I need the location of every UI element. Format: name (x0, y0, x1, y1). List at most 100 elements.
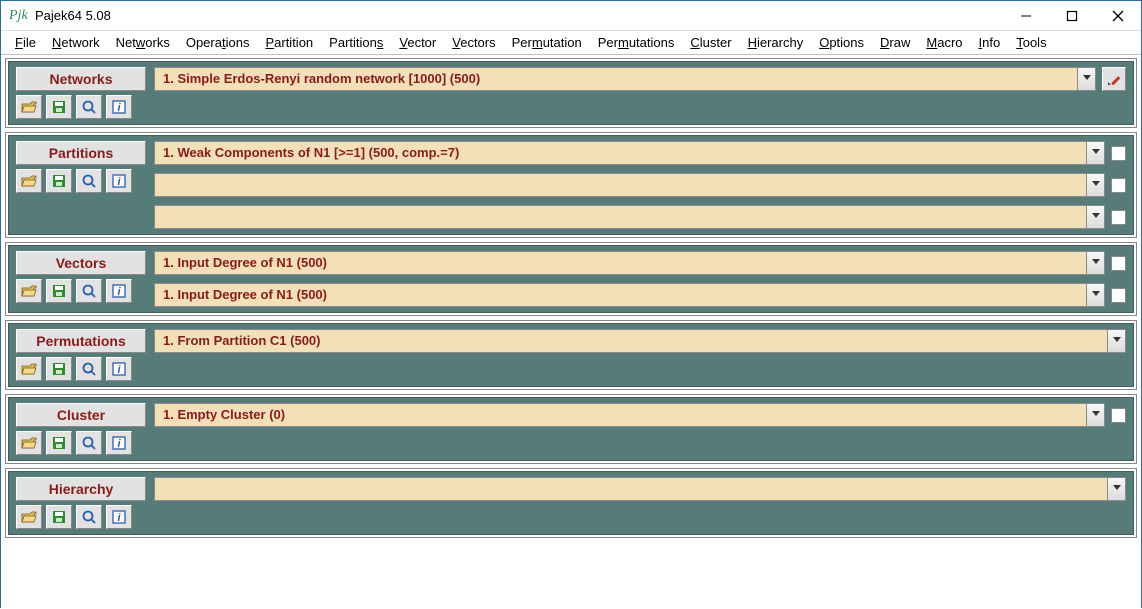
permutations-info-button-icon (111, 361, 127, 377)
close-button[interactable] (1095, 1, 1141, 30)
permutations-open-button[interactable] (16, 357, 42, 381)
partitions-combo-2-dropdown[interactable] (1086, 206, 1104, 228)
menu-file[interactable]: File (7, 32, 44, 53)
permutations-info-button[interactable] (106, 357, 132, 381)
hierarchy-info-button[interactable] (106, 505, 132, 529)
cluster-view-button[interactable] (76, 431, 102, 455)
cluster-row-0: 1. Empty Cluster (0) (154, 403, 1126, 427)
menu-partition[interactable]: Partition (257, 32, 321, 53)
partitions-title[interactable]: Partitions (16, 141, 146, 165)
networks-edit-button[interactable] (1102, 67, 1126, 91)
permutations-view-button[interactable] (76, 357, 102, 381)
permutations-save-button[interactable] (46, 357, 72, 381)
partitions-combo-2-text (155, 206, 1086, 228)
menu-info[interactable]: Info (971, 32, 1009, 53)
chevron-down-icon (1083, 75, 1091, 83)
workarea: Networks 1. Simple Erdos-Renyi random ne… (1, 55, 1141, 609)
permutations-leftcol: Permutations (16, 329, 146, 381)
partitions-combo-2[interactable] (154, 205, 1105, 229)
cluster-save-button[interactable] (46, 431, 72, 455)
networks-title[interactable]: Networks (16, 67, 146, 91)
vectors-title[interactable]: Vectors (16, 251, 146, 275)
vectors-combo-1-text: 1. Input Degree of N1 (500) (155, 284, 1086, 306)
hierarchy-combo-0[interactable] (154, 477, 1126, 501)
partitions-row0-checkbox[interactable] (1111, 146, 1126, 161)
menu-draw[interactable]: Draw (872, 32, 918, 53)
maximize-button[interactable] (1049, 1, 1095, 30)
vectors-row0-checkbox[interactable] (1111, 256, 1126, 271)
vectors-save-button[interactable] (46, 279, 72, 303)
permutations-open-button-icon (21, 361, 37, 377)
cluster-combo-0[interactable]: 1. Empty Cluster (0) (154, 403, 1105, 427)
partitions-view-button[interactable] (76, 169, 102, 193)
chevron-down-icon (1092, 149, 1100, 157)
vectors-row-1: 1. Input Degree of N1 (500) (154, 283, 1126, 307)
networks-save-button[interactable] (46, 95, 72, 119)
vectors-row1-checkbox[interactable] (1111, 288, 1126, 303)
vectors-combo-1[interactable]: 1. Input Degree of N1 (500) (154, 283, 1105, 307)
cluster-info-button[interactable] (106, 431, 132, 455)
hierarchy-save-button-icon (51, 509, 67, 525)
partitions-combo-0-dropdown[interactable] (1086, 142, 1104, 164)
vectors-open-button[interactable] (16, 279, 42, 303)
vectors-combo-0[interactable]: 1. Input Degree of N1 (500) (154, 251, 1105, 275)
menu-network[interactable]: Network (44, 32, 108, 53)
vectors-view-button[interactable] (76, 279, 102, 303)
partitions-combo-0[interactable]: 1. Weak Components of N1 [>=1] (500, com… (154, 141, 1105, 165)
cluster-combo-0-dropdown[interactable] (1086, 404, 1104, 426)
partitions-combo-1-dropdown[interactable] (1086, 174, 1104, 196)
cluster-view-button-icon (81, 435, 97, 451)
menu-vectors[interactable]: Vectors (444, 32, 503, 53)
partitions-rows: 1. Weak Components of N1 [>=1] (500, com… (154, 141, 1126, 229)
menu-macro[interactable]: Macro (918, 32, 970, 53)
hierarchy-toolbar (16, 505, 146, 529)
hierarchy-open-button[interactable] (16, 505, 42, 529)
menu-partitions[interactable]: Partitions (321, 32, 391, 53)
menu-options[interactable]: Options (811, 32, 872, 53)
menu-cluster[interactable]: Cluster (682, 32, 739, 53)
menu-networks[interactable]: Networks (108, 32, 178, 53)
vectors-open-button-icon (21, 283, 37, 299)
permutations-combo-0-dropdown[interactable] (1107, 330, 1125, 352)
partitions-combo-1[interactable] (154, 173, 1105, 197)
partitions-open-button[interactable] (16, 169, 42, 193)
menu-permutation[interactable]: Permutation (504, 32, 590, 53)
hierarchy-title[interactable]: Hierarchy (16, 477, 146, 501)
permutations-toolbar (16, 357, 146, 381)
hierarchy-combo-0-dropdown[interactable] (1107, 478, 1125, 500)
networks-info-button[interactable] (106, 95, 132, 119)
menu-tools[interactable]: Tools (1008, 32, 1054, 53)
vectors-combo-0-dropdown[interactable] (1086, 252, 1104, 274)
networks-view-button[interactable] (76, 95, 102, 119)
menu-vector[interactable]: Vector (391, 32, 444, 53)
cluster-info-button-icon (111, 435, 127, 451)
pencil-icon (1106, 71, 1122, 87)
vectors-combo-1-dropdown[interactable] (1086, 284, 1104, 306)
partitions-info-button[interactable] (106, 169, 132, 193)
hierarchy-save-button[interactable] (46, 505, 72, 529)
menu-hierarchy[interactable]: Hierarchy (740, 32, 812, 53)
hierarchy-info-button-icon (111, 509, 127, 525)
menu-permutations[interactable]: Permutations (590, 32, 683, 53)
cluster-title[interactable]: Cluster (16, 403, 146, 427)
permutations-combo-0[interactable]: 1. From Partition C1 (500) (154, 329, 1126, 353)
partitions-save-button[interactable] (46, 169, 72, 193)
cluster-combo-0-text: 1. Empty Cluster (0) (155, 404, 1086, 426)
networks-open-button[interactable] (16, 95, 42, 119)
partitions-open-button-icon (21, 173, 37, 189)
minimize-button[interactable] (1003, 1, 1049, 30)
partitions-row2-checkbox[interactable] (1111, 210, 1126, 225)
hierarchy-view-button[interactable] (76, 505, 102, 529)
hierarchy-combo-0-text (155, 478, 1107, 500)
networks-leftcol: Networks (16, 67, 146, 119)
cluster-row0-checkbox[interactable] (1111, 408, 1126, 423)
partitions-row1-checkbox[interactable] (1111, 178, 1126, 193)
networks-combo-0-dropdown[interactable] (1077, 68, 1095, 90)
menu-operations[interactable]: Operations (178, 32, 258, 53)
permutations-title[interactable]: Permutations (16, 329, 146, 353)
networks-combo-0[interactable]: 1. Simple Erdos-Renyi random network [10… (154, 67, 1096, 91)
cluster-leftcol: Cluster (16, 403, 146, 455)
networks-view-button-icon (81, 99, 97, 115)
vectors-info-button[interactable] (106, 279, 132, 303)
cluster-open-button[interactable] (16, 431, 42, 455)
